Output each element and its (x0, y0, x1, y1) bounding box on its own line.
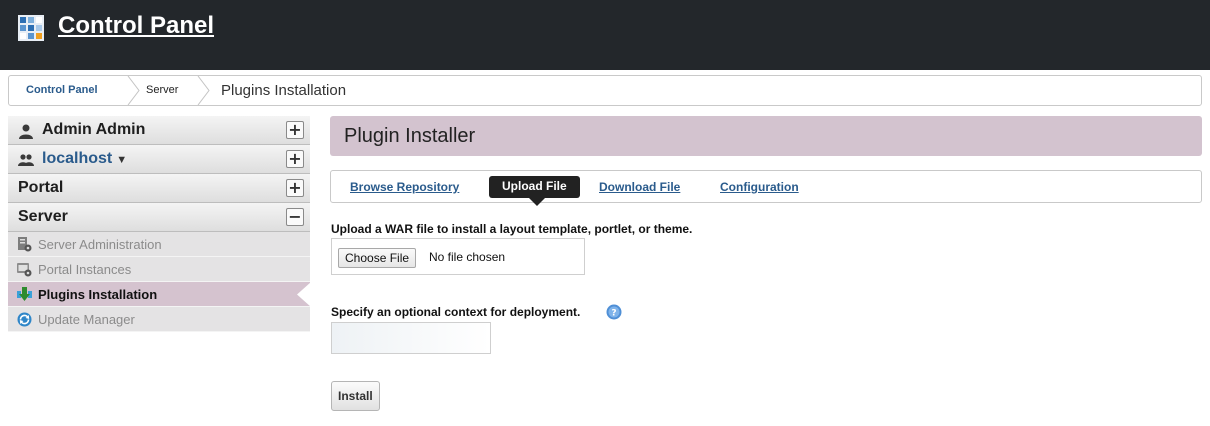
file-status: No file chosen (429, 250, 506, 264)
server-admin-icon (18, 237, 32, 252)
site-name: localhost (42, 150, 113, 167)
sidebar-item-update-manager[interactable]: Update Manager (8, 307, 310, 332)
sidebar-item-label: Update Manager (38, 312, 135, 327)
svg-text:?: ? (611, 309, 616, 319)
active-indicator (297, 282, 311, 307)
breadcrumb-control-panel[interactable]: Control Panel (26, 76, 98, 105)
upload-instruction: Upload a WAR file to install a layout te… (331, 222, 693, 236)
panel-server[interactable]: Server − (8, 203, 310, 232)
panel-label: Portal (18, 179, 64, 196)
sidebar-item-server-administration[interactable]: Server Administration (8, 232, 310, 257)
sidebar-item-label: Server Administration (38, 237, 162, 252)
breadcrumb-separator-icon (127, 76, 140, 105)
panel-admin-admin[interactable]: Admin Admin + (8, 116, 310, 145)
sidebar-item-label: Plugins Installation (38, 287, 158, 302)
tab-upload-file[interactable]: Upload File (489, 176, 580, 198)
server-nav: Server Administration Portal Instances P… (8, 232, 311, 332)
user-icon (19, 124, 33, 139)
tab-download-file[interactable]: Download File (599, 180, 680, 194)
sidebar-item-portal-instances[interactable]: Portal Instances (8, 257, 310, 282)
expand-toggle[interactable]: + (286, 121, 304, 139)
panel-label: localhost ▼ (42, 150, 127, 168)
context-label: Specify an optional context for deployme… (331, 305, 581, 319)
plugin-install-icon (17, 287, 32, 301)
breadcrumb-separator-icon (197, 76, 210, 105)
tab-configuration[interactable]: Configuration (720, 180, 799, 194)
panel-portal[interactable]: Portal + (8, 174, 310, 203)
choose-file-button[interactable]: Choose File (338, 248, 417, 268)
file-input: Choose File No file chosen (331, 238, 585, 275)
panel-localhost[interactable]: localhost ▼ + (8, 145, 310, 174)
portal-instances-icon (17, 263, 32, 277)
tab-bar: Browse Repository Upload File Download F… (330, 170, 1202, 206)
page-title: Plugin Installer (344, 125, 476, 147)
caret-down-icon[interactable]: ▼ (116, 154, 127, 166)
top-bar: Control Panel (0, 0, 1210, 70)
expand-toggle[interactable]: + (286, 150, 304, 168)
panel-label: Admin Admin (42, 121, 146, 138)
install-button[interactable]: Install (331, 381, 380, 411)
active-tab-pointer (529, 198, 545, 206)
control-panel-title-link[interactable]: Control Panel (58, 12, 214, 40)
panel-label: Server (18, 208, 68, 225)
sidebar-item-label: Portal Instances (38, 262, 132, 277)
collapse-toggle[interactable]: − (286, 208, 304, 226)
tab-browse-repository[interactable]: Browse Repository (350, 180, 459, 194)
help-icon[interactable]: ? (606, 304, 622, 320)
breadcrumb-current: Plugins Installation (221, 82, 347, 99)
update-manager-icon (17, 312, 32, 327)
sidebar-item-plugins-installation[interactable]: Plugins Installation (8, 282, 311, 307)
expand-toggle[interactable]: + (286, 179, 304, 197)
group-icon (18, 154, 34, 166)
context-input[interactable] (331, 322, 491, 354)
sidebar: Admin Admin + localhost ▼ + Portal + Serv… (8, 116, 311, 332)
control-panel-logo-icon (18, 15, 44, 41)
page-title-bar: Plugin Installer (330, 116, 1202, 156)
breadcrumb: Control Panel Server Plugins Installatio… (8, 75, 1202, 106)
breadcrumb-server[interactable]: Server (146, 76, 178, 105)
